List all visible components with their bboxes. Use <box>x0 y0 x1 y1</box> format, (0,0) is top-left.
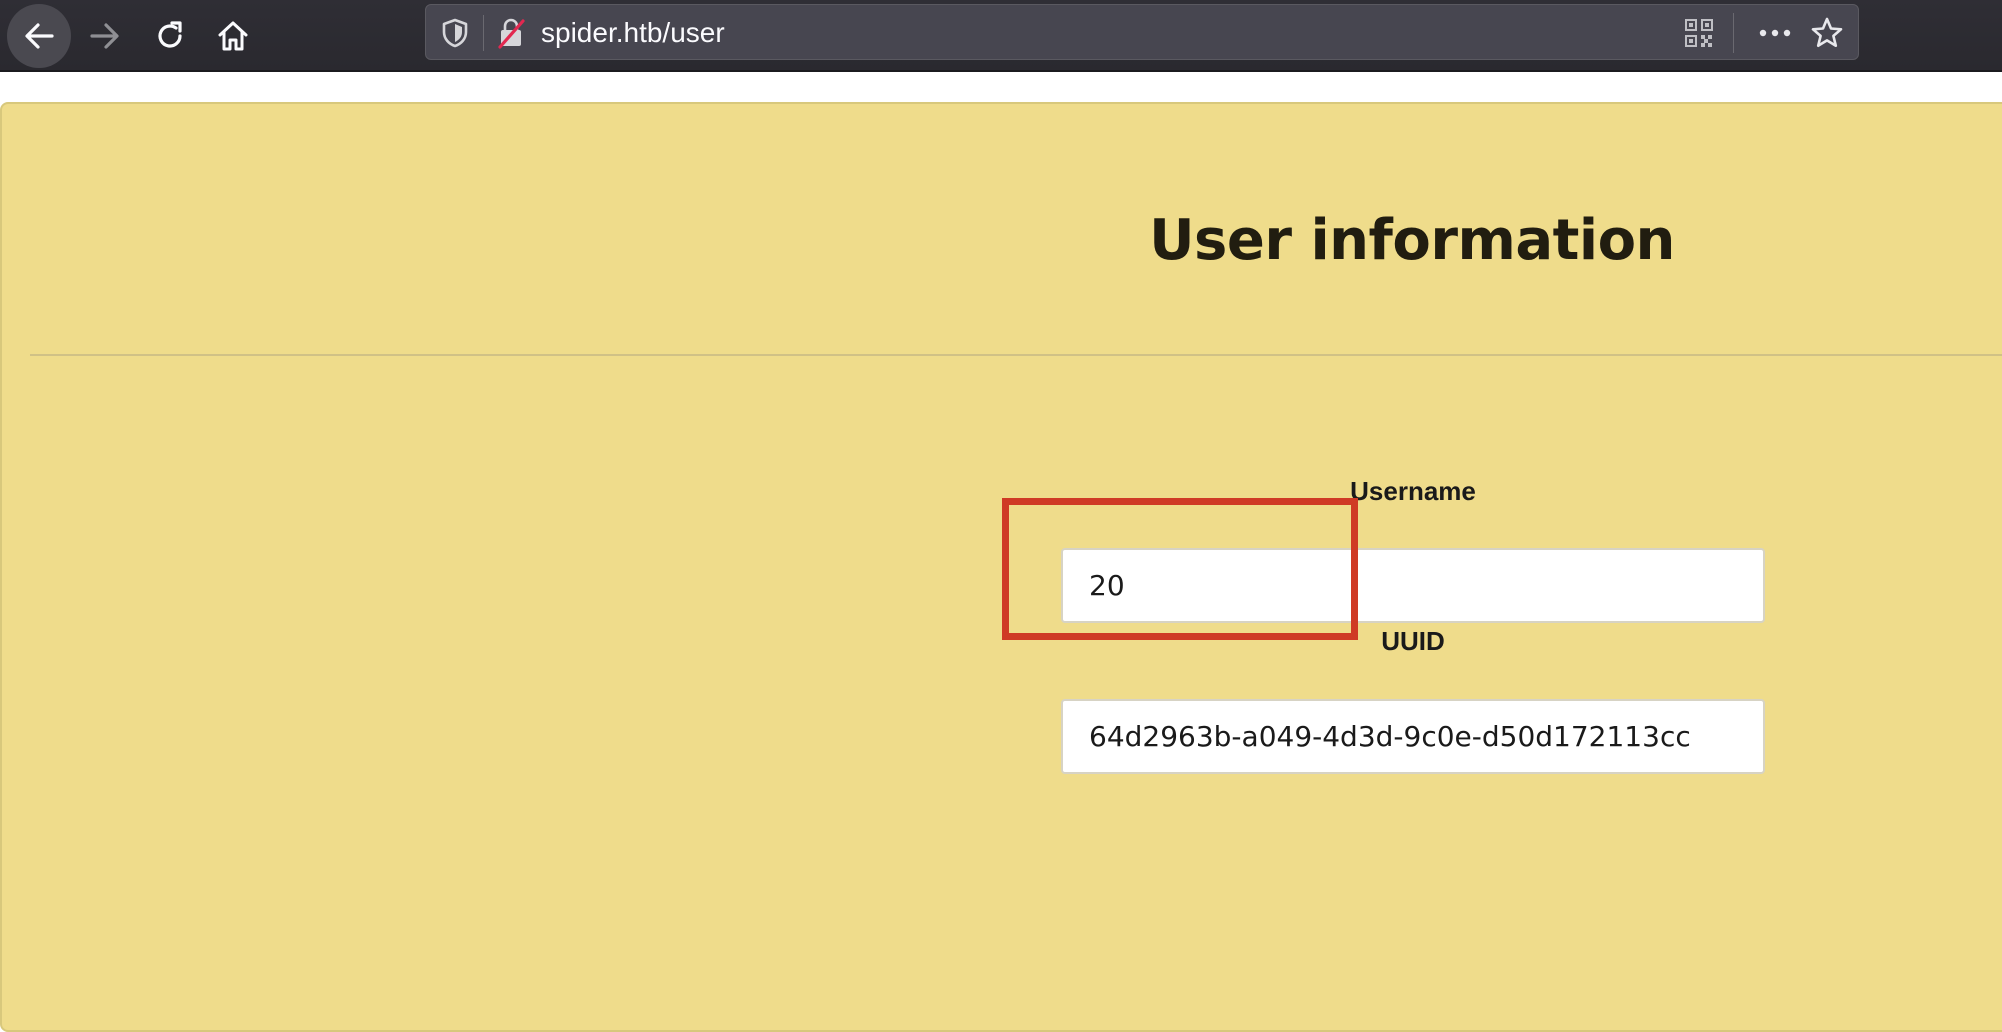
page-title: User information <box>1149 208 1675 273</box>
url-bar[interactable]: spider.htb/user <box>425 4 1859 60</box>
username-field[interactable] <box>1061 548 1765 623</box>
page-content: User information Username UUID <box>0 72 2002 1032</box>
more-dots-icon[interactable] <box>1758 21 1792 45</box>
uuid-label: UUID <box>1381 626 1445 656</box>
uuid-field[interactable] <box>1061 699 1765 774</box>
url-separator <box>1733 13 1734 53</box>
shield-icon[interactable] <box>440 17 470 49</box>
home-icon <box>218 21 248 51</box>
user-info-panel: User information Username UUID <box>0 102 2002 1032</box>
username-label: Username <box>1350 476 1476 506</box>
home-button[interactable] <box>201 4 265 68</box>
url-text[interactable]: spider.htb/user <box>541 5 725 61</box>
back-button[interactable] <box>7 4 71 68</box>
reload-icon <box>158 21 182 48</box>
star-icon[interactable] <box>1810 16 1844 50</box>
url-separator <box>483 15 484 51</box>
reload-button[interactable] <box>138 4 202 68</box>
forward-button[interactable] <box>73 4 137 68</box>
divider <box>30 354 2002 356</box>
arrow-left-icon <box>25 23 54 49</box>
insecure-lock-icon[interactable] <box>496 17 526 49</box>
qr-code-icon[interactable] <box>1684 18 1714 48</box>
browser-toolbar: spider.htb/user <box>0 0 2002 72</box>
arrow-right-icon <box>90 23 119 49</box>
